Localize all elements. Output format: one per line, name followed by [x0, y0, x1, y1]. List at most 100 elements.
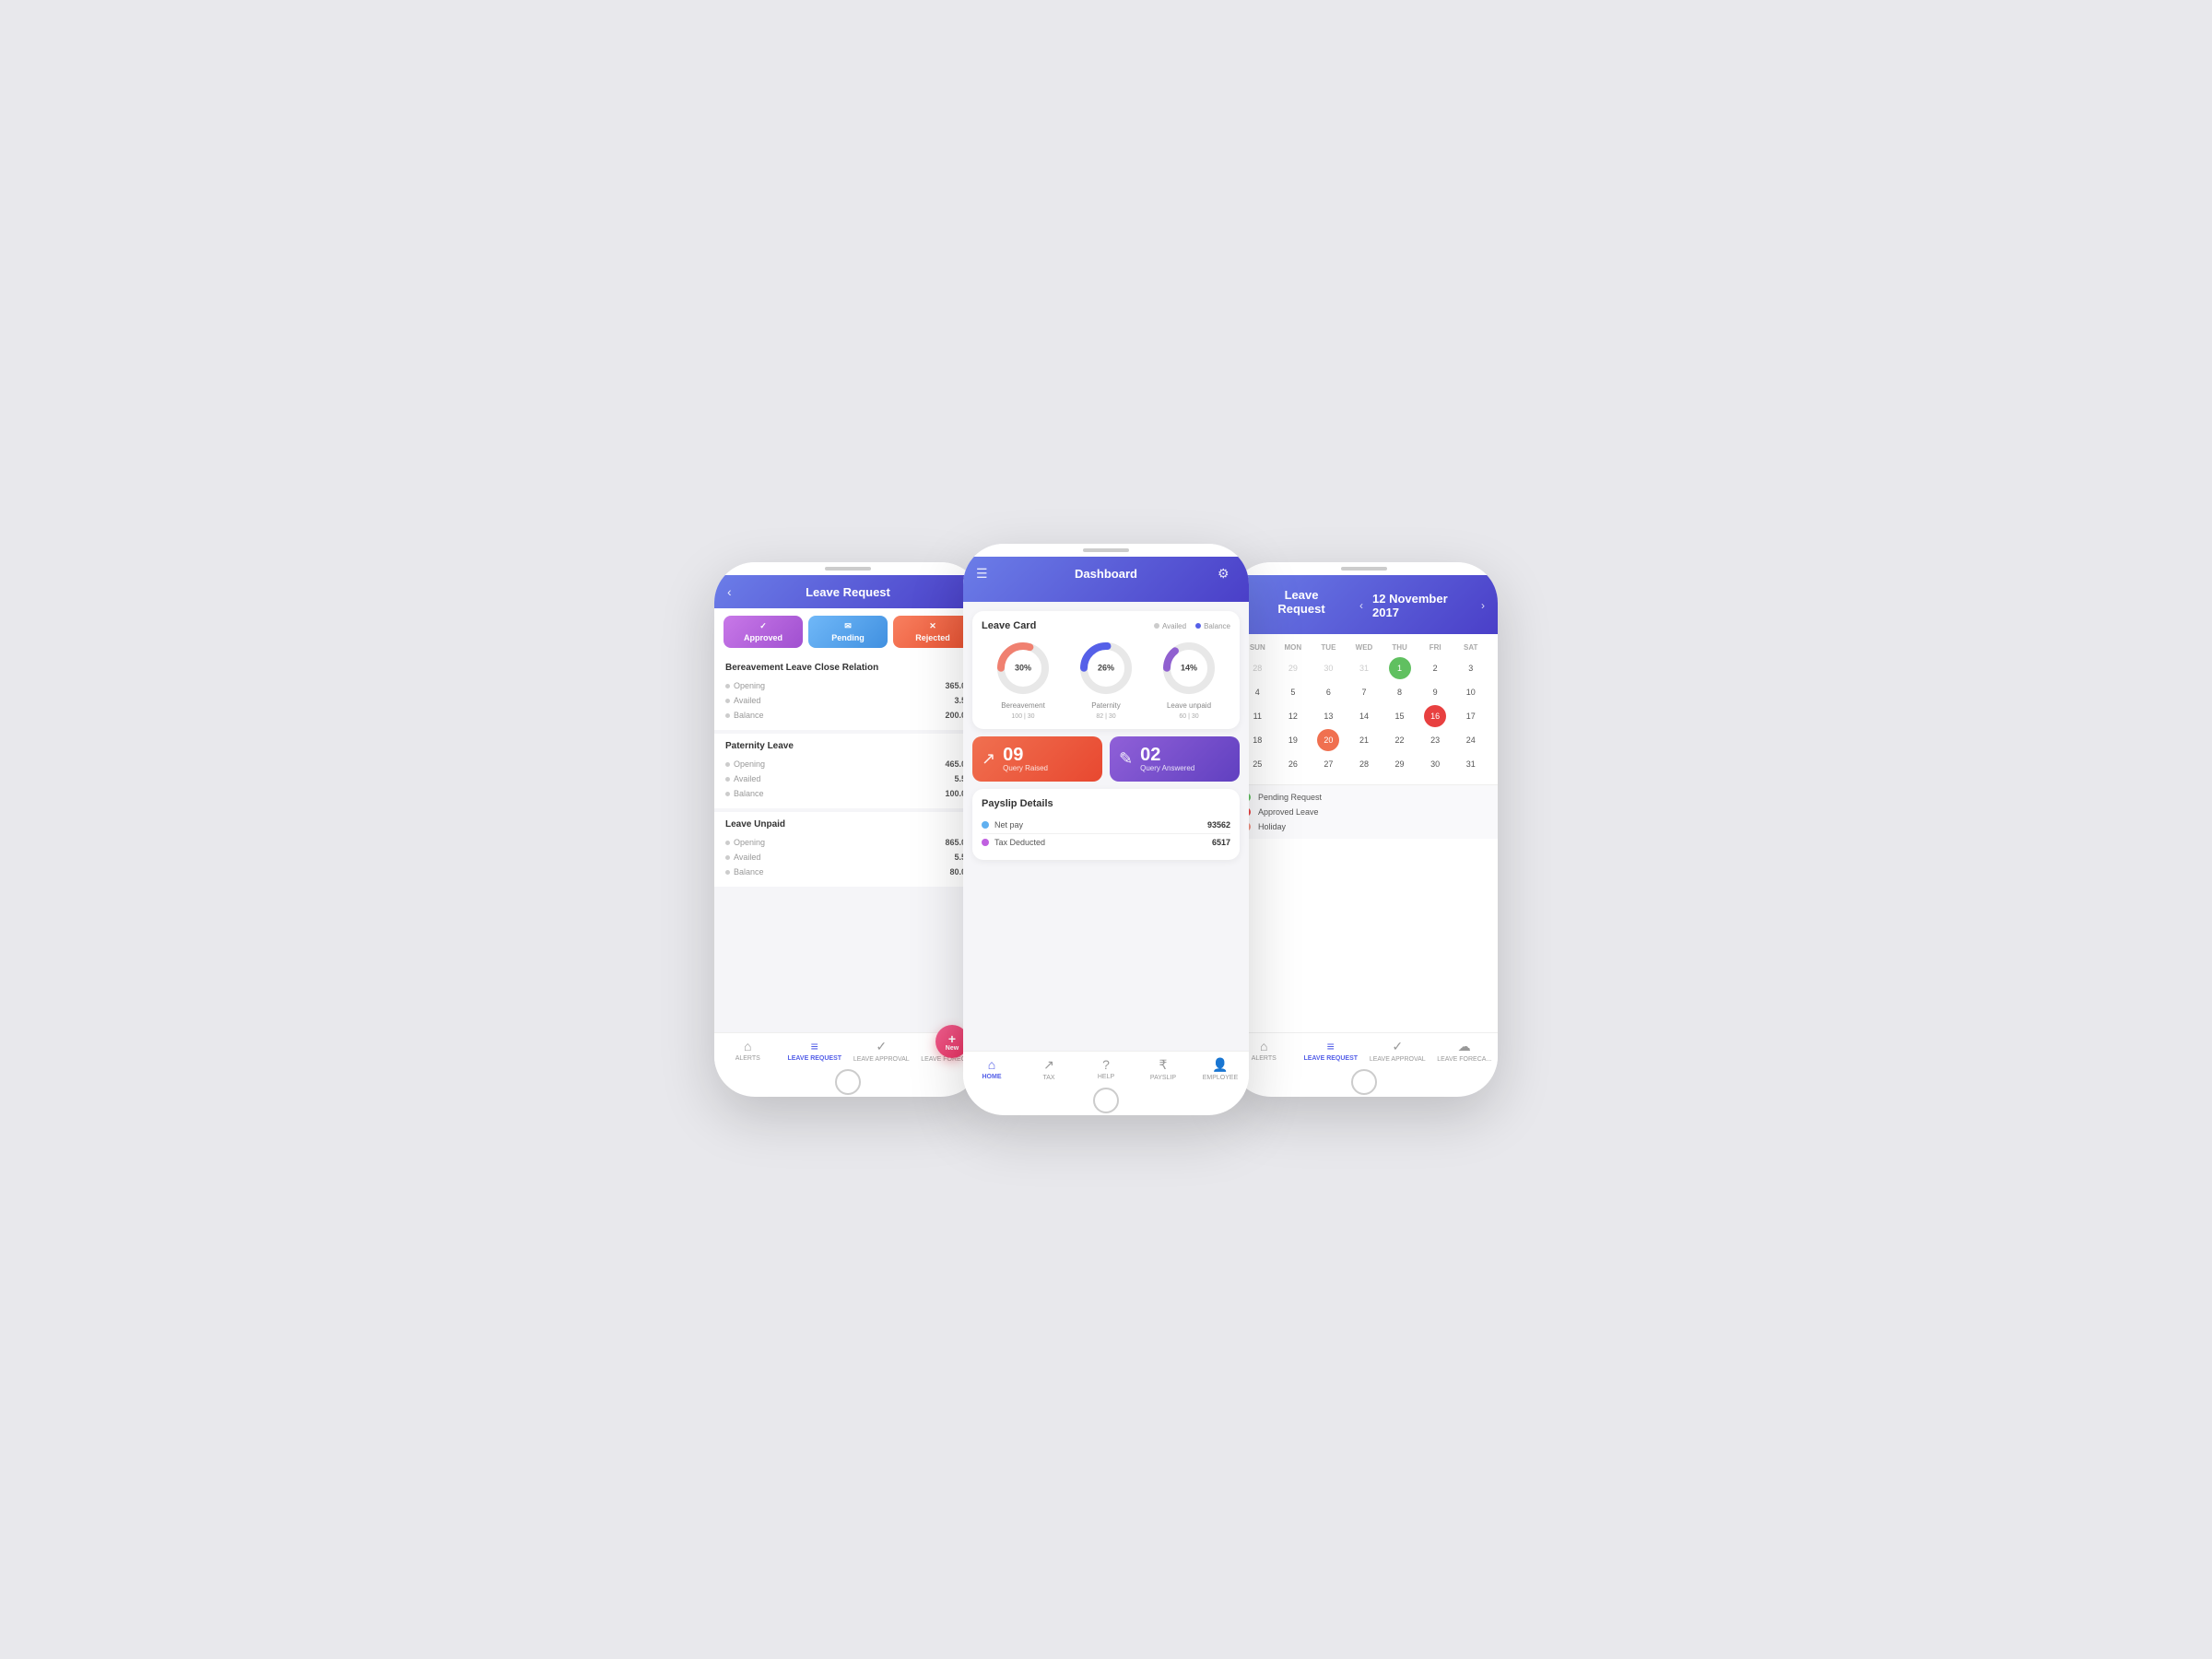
settings-icon[interactable]: ⚙ — [1218, 566, 1236, 582]
day-6[interactable]: 6 — [1317, 681, 1339, 703]
unpaid-category: Leave Unpaid Opening 865.00 Availed 5.50… — [714, 812, 982, 887]
menu-icon[interactable]: ☰ — [976, 566, 994, 582]
query-raised-info: 09 Query Raised — [1003, 746, 1093, 772]
day-2[interactable]: 2 — [1424, 657, 1446, 679]
fab-label: New — [946, 1045, 959, 1052]
day-31-prev[interactable]: 31 — [1353, 657, 1375, 679]
day-29-prev[interactable]: 29 — [1282, 657, 1304, 679]
dow-mon: MON — [1276, 641, 1312, 653]
day-8[interactable]: 8 — [1389, 681, 1411, 703]
leave-card-title: Leave Card — [982, 620, 1036, 631]
unpaid-donut-sub: 60 | 30 — [1179, 713, 1198, 720]
net-pay-dot — [982, 821, 989, 829]
cal-next-btn[interactable]: › — [1481, 599, 1485, 612]
day-11[interactable]: 11 — [1246, 705, 1268, 727]
nav-payslip[interactable]: ₹ PAYSLIP — [1135, 1052, 1192, 1086]
day-14[interactable]: 14 — [1353, 705, 1375, 727]
right-phone: ‹ Leave Request ‹ 12 November 2017 › SUN… — [1230, 562, 1498, 1097]
right-nav-leave-forecast[interactable]: ☁ LEAVE FORECA... — [1431, 1033, 1499, 1067]
day-16[interactable]: 16 — [1424, 705, 1446, 727]
unpaid-availed-row: Availed 5.50 — [725, 850, 971, 865]
day-23[interactable]: 23 — [1424, 729, 1446, 751]
unpaid-donut-label: Leave unpaid — [1167, 701, 1211, 710]
tax-icon: ↗ — [1043, 1057, 1054, 1073]
right-phone-notch — [1230, 562, 1498, 575]
home-icon: ⌂ — [988, 1057, 995, 1072]
donut-svg-unpaid: 14% — [1159, 639, 1218, 698]
nav-tax[interactable]: ↗ TAX — [1020, 1052, 1077, 1086]
query-raised-num: 09 — [1003, 746, 1093, 764]
day-25[interactable]: 25 — [1246, 753, 1268, 775]
bereavement-opening-label: Opening — [725, 681, 765, 690]
right-home-circle — [1351, 1069, 1377, 1095]
day-19[interactable]: 19 — [1282, 729, 1304, 751]
nav-leave-approval[interactable]: ✓ LEAVE APPROVAL — [848, 1033, 915, 1067]
center-home-btn[interactable] — [963, 1086, 1249, 1115]
day-30[interactable]: 30 — [1424, 753, 1446, 775]
cal-month-label: 12 November 2017 — [1372, 592, 1472, 619]
left-home-btn[interactable] — [714, 1067, 982, 1097]
unpaid-availed-label: Availed — [725, 853, 760, 862]
day-12[interactable]: 12 — [1282, 705, 1304, 727]
day-22[interactable]: 22 — [1389, 729, 1411, 751]
day-30-prev[interactable]: 30 — [1317, 657, 1339, 679]
day-21[interactable]: 21 — [1353, 729, 1375, 751]
day-13[interactable]: 13 — [1317, 705, 1339, 727]
cal-week-4: 18 19 20 21 22 23 24 — [1240, 729, 1488, 751]
svg-text:26%: 26% — [1098, 663, 1114, 672]
day-5[interactable]: 5 — [1282, 681, 1304, 703]
nav-leave-request[interactable]: ≡ LEAVE REQUEST — [782, 1033, 849, 1067]
cal-prev-btn[interactable]: ‹ — [1359, 599, 1363, 612]
day-1[interactable]: 1 — [1389, 657, 1411, 679]
legend-pending: Pending Request — [1241, 793, 1487, 802]
right-leave-forecast-icon: ☁ — [1458, 1039, 1471, 1054]
rejected-tab[interactable]: ✕ Rejected — [893, 616, 972, 648]
day-28-prev[interactable]: 28 — [1246, 657, 1268, 679]
query-answered-card[interactable]: ✎ 02 Query Answered — [1110, 736, 1240, 782]
left-phone-notch — [714, 562, 982, 575]
right-home-btn[interactable] — [1230, 1067, 1498, 1097]
nav-help[interactable]: ? HELP — [1077, 1052, 1135, 1086]
tax-deducted-label: Tax Deducted — [994, 838, 1045, 847]
back-icon[interactable]: ‹ — [727, 584, 746, 599]
query-raised-card[interactable]: ↗ 09 Query Raised — [972, 736, 1102, 782]
pending-tab[interactable]: ✉ Pending — [808, 616, 888, 648]
day-27[interactable]: 27 — [1317, 753, 1339, 775]
left-header-title: Leave Request — [746, 585, 950, 599]
right-notch-bar — [1341, 567, 1387, 571]
nav-employee[interactable]: 👤 EMPLOYEE — [1192, 1052, 1249, 1086]
day-17[interactable]: 17 — [1460, 705, 1482, 727]
day-3[interactable]: 3 — [1460, 657, 1482, 679]
pending-icon: ✉ — [844, 621, 852, 631]
right-leave-request-icon: ≡ — [1327, 1039, 1335, 1053]
legend-holiday: Holiday — [1241, 822, 1487, 831]
donut-row: 30% Bereavement 100 | 30 26% — [982, 639, 1230, 720]
cal-week-1: 28 29 30 31 1 2 3 — [1240, 657, 1488, 679]
day-20[interactable]: 20 — [1317, 729, 1339, 751]
paternity-title: Paternity Leave — [725, 741, 971, 751]
day-18[interactable]: 18 — [1246, 729, 1268, 751]
leave-request-icon: ≡ — [811, 1039, 818, 1053]
cal-nav: ‹ 12 November 2017 › — [1359, 592, 1485, 619]
day-24[interactable]: 24 — [1460, 729, 1482, 751]
day-26[interactable]: 26 — [1282, 753, 1304, 775]
day-4[interactable]: 4 — [1246, 681, 1268, 703]
right-nav-leave-approval[interactable]: ✓ LEAVE APPROVAL — [1364, 1033, 1431, 1067]
approved-tab[interactable]: ✓ Approved — [724, 616, 803, 648]
query-row: ↗ 09 Query Raised ✎ 02 Query Answered — [972, 736, 1240, 782]
nav-alerts[interactable]: ⌂ ALERTS — [714, 1033, 782, 1067]
right-alerts-icon: ⌂ — [1260, 1039, 1267, 1053]
donut-bereavement: 30% Bereavement 100 | 30 — [994, 639, 1053, 720]
day-7[interactable]: 7 — [1353, 681, 1375, 703]
day-9[interactable]: 9 — [1424, 681, 1446, 703]
day-10[interactable]: 10 — [1460, 681, 1482, 703]
day-28[interactable]: 28 — [1353, 753, 1375, 775]
day-31[interactable]: 31 — [1460, 753, 1482, 775]
nav-home[interactable]: ⌂ HOME — [963, 1052, 1020, 1086]
dashboard-content: Leave Card Availed Balance — [963, 602, 1249, 1051]
right-leave-approval-label: LEAVE APPROVAL — [1370, 1056, 1426, 1064]
day-15[interactable]: 15 — [1389, 705, 1411, 727]
right-phone-screen: ‹ Leave Request ‹ 12 November 2017 › SUN… — [1230, 575, 1498, 1067]
right-nav-leave-request[interactable]: ≡ LEAVE REQUEST — [1298, 1033, 1365, 1067]
day-29[interactable]: 29 — [1389, 753, 1411, 775]
